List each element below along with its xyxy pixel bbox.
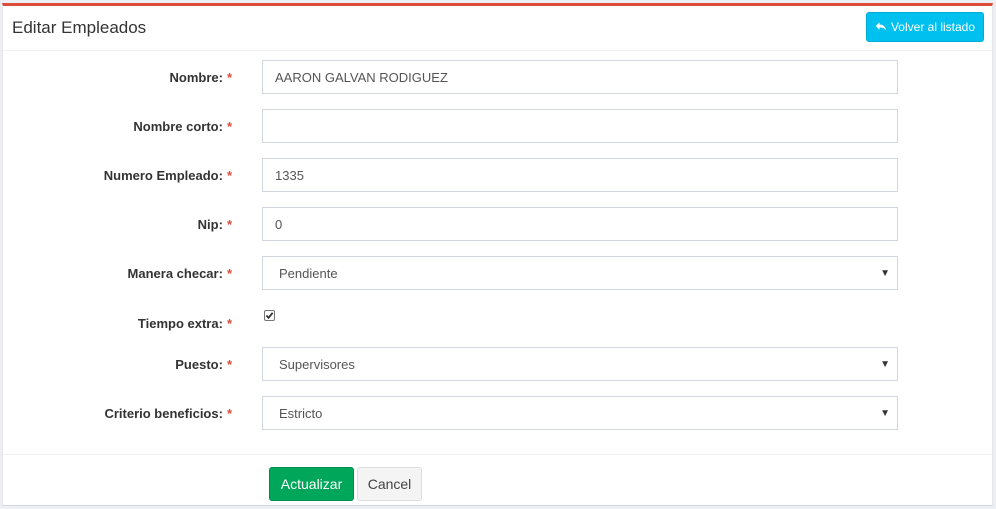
required-marker: * [226, 118, 232, 134]
form-row-nombre-corto: Nombre corto: * [3, 109, 992, 143]
required-marker: * [226, 69, 232, 85]
manera-checar-value: Pendiente [279, 265, 338, 281]
form-row-nip: Nip: * 0 [3, 207, 992, 241]
manera-checar-select[interactable]: Pendiente ▼ [262, 256, 898, 290]
form-row-nombre: Nombre: * AARON GALVAN RODIGUEZ [3, 60, 992, 94]
update-button[interactable]: Actualizar [269, 467, 354, 501]
panel-header: Editar Empleados Volver al listado [3, 6, 992, 51]
nip-label: Nip: * [197, 216, 232, 232]
caret-down-icon: ▼ [880, 359, 890, 370]
required-marker: * [226, 405, 232, 421]
required-marker: * [226, 315, 232, 331]
required-marker: * [226, 216, 232, 232]
numero-empleado-input[interactable]: 1335 [262, 158, 898, 192]
puesto-value: Supervisores [279, 356, 355, 372]
back-to-list-label: Volver al listado [890, 20, 976, 34]
form-row-manera-checar: Manera checar: * Pendiente ▼ [3, 256, 992, 290]
form-footer: Actualizar Cancel [3, 454, 992, 507]
nombre-corto-label: Nombre corto: * [133, 118, 232, 134]
required-marker: * [226, 167, 232, 183]
caret-down-icon: ▼ [880, 408, 890, 419]
tiempo-extra-label: Tiempo extra: * [137, 315, 232, 331]
form-row-criterio-beneficios: Criterio beneficios: * Estricto ▼ [3, 396, 992, 430]
required-marker: * [226, 265, 232, 281]
nip-input[interactable]: 0 [262, 207, 898, 241]
form-row-numero-empleado: Numero Empleado: * 1335 [3, 158, 992, 192]
puesto-label: Puesto: * [175, 356, 232, 372]
form-row-tiempo-extra: Tiempo extra: * [3, 306, 992, 340]
nombre-corto-input[interactable] [262, 109, 898, 143]
checkmark-icon [265, 312, 274, 320]
back-to-list-button[interactable]: Volver al listado [866, 12, 984, 42]
tiempo-extra-checkbox[interactable] [264, 310, 275, 321]
numero-empleado-label: Numero Empleado: * [103, 167, 232, 183]
manera-checar-label: Manera checar: * [127, 265, 232, 281]
page-title: Editar Empleados [12, 18, 147, 37]
criterio-beneficios-value: Estricto [279, 405, 323, 421]
nombre-input[interactable]: AARON GALVAN RODIGUEZ [262, 60, 898, 94]
required-marker: * [226, 356, 232, 372]
caret-down-icon: ▼ [880, 268, 890, 279]
nombre-label: Nombre: * [169, 69, 232, 85]
criterio-beneficios-select[interactable]: Estricto ▼ [262, 396, 898, 430]
cancel-button[interactable]: Cancel [357, 467, 422, 501]
puesto-select[interactable]: Supervisores ▼ [262, 347, 898, 381]
criterio-beneficios-label: Criterio beneficios: * [104, 405, 232, 421]
reply-icon [875, 20, 887, 35]
form-row-puesto: Puesto: * Supervisores ▼ [3, 347, 992, 381]
edit-employee-panel: Editar Empleados Volver al listado Nombr… [2, 3, 993, 506]
